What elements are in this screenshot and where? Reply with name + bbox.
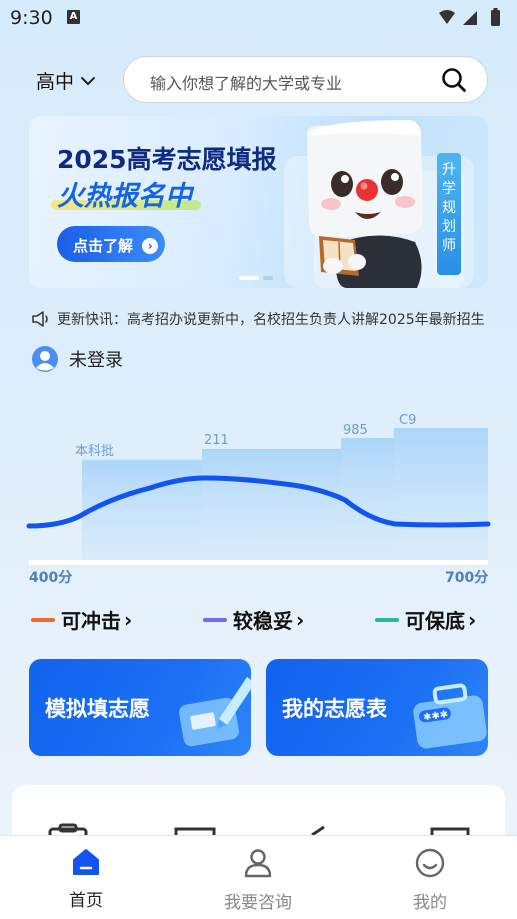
- login-status[interactable]: 未登录: [31, 345, 123, 373]
- login-status-text: 未登录: [69, 350, 123, 371]
- tab-home[interactable]: 首页: [26, 848, 146, 911]
- chart-band-label: 985: [343, 423, 368, 438]
- legend-item-reach[interactable]: 可冲击 ›: [31, 605, 132, 634]
- person-icon: [244, 849, 272, 878]
- search-icon[interactable]: [441, 67, 467, 93]
- briefcase-icon: ✱✱✱: [413, 683, 487, 749]
- smile-icon: [415, 848, 445, 878]
- legend-label: 较稳妥: [233, 609, 293, 633]
- status-bar: 9:30 A: [0, 0, 517, 36]
- x-axis-max-label: 700分: [445, 570, 488, 586]
- banner-title: 2025高考志愿填报: [57, 145, 277, 174]
- banner-subtitle: 火热报名中: [57, 181, 192, 212]
- simulate-application-label: 模拟填志愿: [45, 697, 150, 721]
- home-icon: [73, 849, 99, 875]
- chart-baseline: [29, 560, 488, 565]
- banner-button-label: 点击了解: [73, 237, 134, 255]
- legend-swatch: [31, 617, 55, 622]
- legend-swatch: [375, 617, 399, 622]
- banner-learn-more-button[interactable]: 点击了解 ›: [57, 226, 165, 262]
- pencil-form-icon: [179, 677, 251, 747]
- status-time: 9:30: [10, 7, 53, 29]
- legend-label: 可冲击: [61, 609, 121, 633]
- my-application-list-label: 我的志愿表: [282, 697, 387, 721]
- chart-band-211: [202, 449, 341, 564]
- feature-icons-partial: [48, 823, 470, 835]
- banner-pagination: [239, 276, 273, 280]
- news-ticker[interactable]: 更新快讯：高考招办说更新中，名校招生负责人讲解2025年最新招生: [31, 309, 501, 329]
- chevron-right-icon: ›: [142, 238, 159, 254]
- simulate-application-card[interactable]: 模拟填志愿: [29, 659, 251, 756]
- tab-home-label: 首页: [69, 891, 103, 911]
- tab-consult[interactable]: 我要咨询: [198, 848, 318, 913]
- chevron-down-icon: [81, 76, 96, 85]
- chevron-right-icon: ›: [124, 607, 133, 632]
- avatar-icon: [32, 346, 58, 372]
- search-placeholder: 输入你想了解的大学或专业: [150, 74, 343, 93]
- wifi-icon: [439, 10, 455, 24]
- promo-banner[interactable]: 2025高考志愿填报 火热报名中 点击了解 › 升学规划师: [29, 116, 488, 288]
- legend-swatch: [203, 617, 227, 622]
- chart-band-label: 本科批: [75, 444, 114, 459]
- signal-icon: [463, 11, 477, 25]
- tab-consult-label: 我要咨询: [224, 893, 292, 913]
- my-application-list-card[interactable]: ✱✱✱ 我的志愿表: [266, 659, 488, 756]
- legend-item-safety[interactable]: 可保底 ›: [375, 605, 476, 634]
- score-distribution-chart: 本科批 211 985 C9 400分 700分: [0, 380, 517, 590]
- legend-item-match[interactable]: 较稳妥 ›: [203, 605, 304, 634]
- news-text: 更新快讯：高考招办说更新中，名校招生负责人讲解2025年最新招生: [57, 312, 485, 328]
- chart-band-label: C9: [399, 413, 416, 428]
- search-input[interactable]: 输入你想了解的大学或专业: [123, 56, 488, 103]
- chart-legend: 可冲击 › 较稳妥 › 可保底 ›: [31, 605, 491, 635]
- banner-side-tag: 升学规划师: [437, 153, 461, 275]
- grade-selector[interactable]: 高中: [36, 67, 96, 94]
- bottom-tab-bar: 首页 我要咨询 我的: [0, 835, 517, 919]
- grade-label: 高中: [36, 71, 75, 93]
- tab-profile-label: 我的: [413, 893, 447, 913]
- chevron-right-icon: ›: [296, 607, 305, 632]
- chart-band-undergrad: [82, 460, 202, 564]
- chart-band-label: 211: [204, 433, 229, 448]
- pagination-dot: [263, 276, 273, 280]
- battery-icon: [491, 10, 500, 26]
- chevron-right-icon: ›: [468, 607, 477, 632]
- notification-icon: A: [67, 10, 80, 24]
- speaker-icon: [32, 311, 48, 327]
- chart-band-c9: [394, 428, 488, 564]
- pagination-dot-active: [239, 276, 259, 280]
- status-icons: [439, 8, 500, 26]
- x-axis-min-label: 400分: [29, 570, 72, 586]
- legend-label: 可保底: [405, 609, 465, 633]
- tab-profile[interactable]: 我的: [370, 848, 490, 913]
- top-bar: 高中 输入你想了解的大学或专业: [0, 56, 517, 104]
